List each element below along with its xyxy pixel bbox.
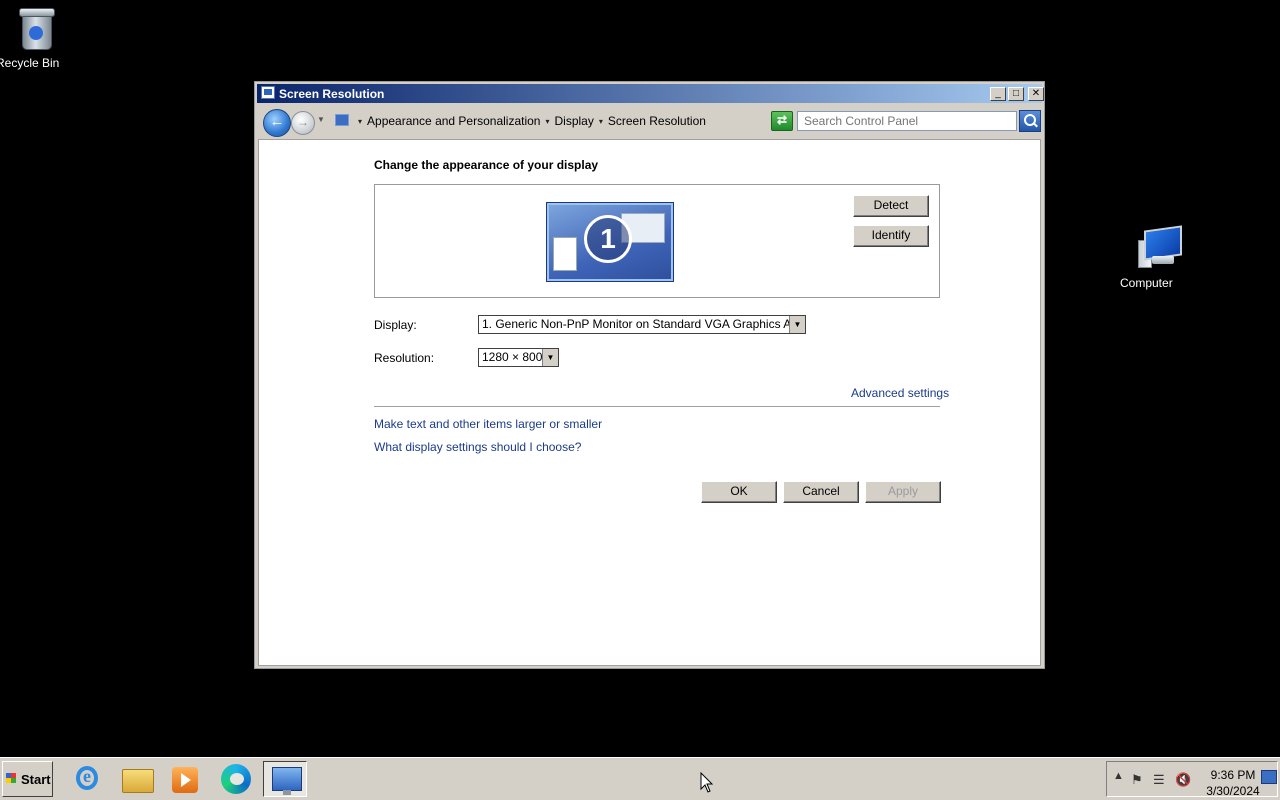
refresh-button[interactable]: ⇄ <box>771 111 793 131</box>
breadcrumb-item[interactable]: Display <box>555 114 594 128</box>
taskbar-edge[interactable] <box>214 761 258 797</box>
control-panel-icon <box>335 114 349 126</box>
windows-logo-icon <box>6 773 16 783</box>
page-title: Change the appearance of your display <box>374 158 599 172</box>
forward-button[interactable]: → <box>291 111 315 135</box>
content-pane: Change the appearance of your display 1 … <box>258 139 1041 666</box>
title-bar[interactable]: Screen Resolution _ □ ✕ <box>257 84 1044 103</box>
start-button[interactable]: Start <box>2 761 53 797</box>
recent-pages-dropdown[interactable]: ▼ <box>317 115 325 124</box>
desktop-icon-label: Recycle Bin <box>0 56 60 70</box>
resolution-select[interactable]: 1280 × 800 ▼ <box>478 348 559 367</box>
resolution-select-value: 1280 × 800 <box>482 350 543 364</box>
display-preview-area: 1 Detect Identify <box>374 184 940 298</box>
advanced-settings-link[interactable]: Advanced settings <box>851 386 949 400</box>
apply-button[interactable]: Apply <box>865 481 941 503</box>
breadcrumb-separator-icon[interactable]: ▾ <box>599 117 603 126</box>
display-settings-icon <box>261 86 275 99</box>
breadcrumb-item[interactable]: Appearance and Personalization <box>367 114 540 128</box>
folder-icon <box>122 769 154 793</box>
breadcrumb-separator-icon[interactable]: ▾ <box>545 117 549 126</box>
identify-button[interactable]: Identify <box>853 225 929 247</box>
screen-resolution-window: Screen Resolution _ □ ✕ ← → ▼ ▾ Appearanc… <box>254 81 1045 669</box>
larger-text-link[interactable]: Make text and other items larger or smal… <box>374 417 602 431</box>
action-center-flag-icon[interactable]: ⚑ <box>1131 772 1143 788</box>
ok-button[interactable]: OK <box>701 481 777 503</box>
show-hidden-icons-icon[interactable]: ▲ <box>1113 770 1124 782</box>
system-tray: ▲ ⚑ ☰ 🔇 9:36 PM 3/30/2024 <box>1106 761 1278 798</box>
chevron-down-icon[interactable]: ▼ <box>789 316 805 333</box>
display-select[interactable]: 1. Generic Non-PnP Monitor on Standard V… <box>478 315 806 334</box>
desktop-icon-label: Computer <box>1120 276 1173 290</box>
taskbar-media-player[interactable] <box>163 761 207 797</box>
computer-icon <box>1138 225 1182 272</box>
detect-button[interactable]: Detect <box>853 195 929 217</box>
taskbar-file-explorer[interactable] <box>115 761 159 797</box>
start-label: Start <box>21 772 51 787</box>
monitor-1-thumbnail[interactable]: 1 <box>546 202 674 282</box>
breadcrumb-separator-icon[interactable]: ▾ <box>358 117 362 126</box>
taskbar-internet-explorer[interactable] <box>66 761 110 797</box>
back-button[interactable]: ← <box>263 109 291 137</box>
search-icon[interactable] <box>1019 110 1041 132</box>
breadcrumb-item[interactable]: Screen Resolution <box>608 114 706 128</box>
media-player-icon <box>172 767 198 793</box>
window-title: Screen Resolution <box>279 87 385 101</box>
search-input[interactable] <box>797 111 1017 131</box>
maximize-button[interactable]: □ <box>1008 87 1024 101</box>
minimize-button[interactable]: _ <box>990 87 1006 101</box>
navigation-bar: ← → ▼ ▾ Appearance and Personalization ▾ Di… <box>257 106 1042 137</box>
divider <box>374 406 940 407</box>
internet-explorer-icon <box>76 766 98 790</box>
display-settings-help-link[interactable]: What display settings should I choose? <box>374 440 581 454</box>
display-settings-icon <box>272 767 302 795</box>
volume-muted-icon[interactable]: 🔇 <box>1175 772 1191 788</box>
taskbar: Start ▲ ⚑ ☰ 🔇 9:36 PM 3/30/2024 <box>0 757 1280 800</box>
display-select-value: 1. Generic Non-PnP Monitor on Standard V… <box>482 317 806 331</box>
desktop-icon-computer[interactable]: Computer <box>1120 225 1200 290</box>
taskbar-display-settings[interactable] <box>263 761 307 797</box>
monitor-number: 1 <box>584 215 632 263</box>
display-label: Display: <box>374 318 417 332</box>
clock-time[interactable]: 9:36 PM <box>1205 768 1261 782</box>
cancel-button[interactable]: Cancel <box>783 481 859 503</box>
breadcrumb: ▾ Appearance and Personalization ▾ Display ▾… <box>353 114 706 128</box>
resolution-label: Resolution: <box>374 351 435 365</box>
recycle-bin-icon <box>16 6 56 52</box>
chevron-down-icon[interactable]: ▼ <box>542 349 558 366</box>
show-desktop-icon[interactable] <box>1261 770 1277 784</box>
network-icon[interactable]: ☰ <box>1153 772 1165 788</box>
desktop-icon-recycle-bin[interactable]: Recycle Bin <box>0 6 76 70</box>
close-button[interactable]: ✕ <box>1028 87 1044 101</box>
address-bar[interactable]: ▾ Appearance and Personalization ▾ Display ▾… <box>331 110 836 132</box>
edge-icon <box>221 764 251 794</box>
clock-date[interactable]: 3/30/2024 <box>1201 784 1265 798</box>
